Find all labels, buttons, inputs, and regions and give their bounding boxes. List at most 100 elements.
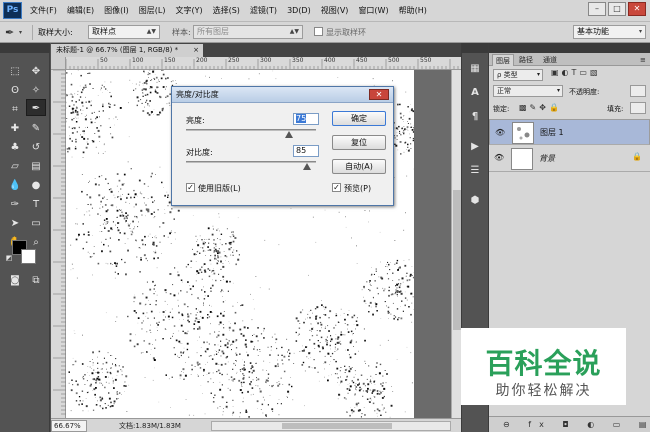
preview-label: 预览(P) — [344, 184, 372, 193]
menu-item[interactable]: 文件(F) — [30, 0, 57, 22]
horizontal-ruler: 50 100 150 200 250 300 350 400 450 500 550 — [66, 57, 461, 70]
tab-paths[interactable]: 路径 — [516, 54, 536, 66]
contrast-slider-track[interactable] — [186, 161, 316, 163]
document-tab[interactable]: 未标题-1 @ 66.7% (图层 1, RGB/8) * × — [51, 44, 203, 57]
chevron-down-icon: ▾ — [556, 87, 560, 94]
horizontal-scroll-thumb[interactable] — [282, 423, 392, 429]
workspace-select[interactable]: 基本功能 ▾ — [573, 25, 646, 39]
menu-item[interactable]: 文字(Y) — [175, 0, 202, 22]
rectangle-tool-icon[interactable]: ▭ — [26, 215, 46, 232]
layer-row-layer1[interactable]: 👁 图层 1 — [489, 119, 650, 145]
lock-icons[interactable]: ▩✎✥🔒 — [519, 103, 562, 112]
use-legacy-checkbox[interactable]: ✓ 使用旧版(L) — [186, 183, 241, 194]
layer-name: 图层 1 — [540, 128, 564, 137]
menu-item[interactable]: 图层(L) — [139, 0, 166, 22]
paragraph-panel-icon[interactable]: ¶ — [466, 109, 484, 125]
ok-button[interactable]: 确定 — [332, 111, 386, 126]
move-tool-icon[interactable]: ✥ — [26, 63, 46, 80]
ruler-corner — [51, 57, 66, 70]
layer-filter-icons[interactable]: ▣◐T▭▧ — [551, 68, 601, 77]
maximize-button[interactable]: □ — [608, 2, 626, 16]
sample-size-select[interactable]: 取样点 ▲▼ — [88, 25, 160, 39]
photoshop-logo: Ps — [3, 2, 22, 19]
ruler-tick-label: 200 — [196, 57, 208, 64]
menu-item[interactable]: 视图(V) — [321, 0, 349, 22]
eyedropper-icon[interactable]: ✒ — [5, 22, 14, 43]
eye-icon[interactable]: 👁 — [495, 127, 505, 139]
healing-brush-tool-icon[interactable]: ✚ — [5, 120, 25, 137]
default-colors-icon[interactable]: ◩ — [4, 253, 14, 263]
blur-tool-icon[interactable]: 💧 — [5, 177, 25, 194]
screen-mode-icon[interactable]: ⧉ — [26, 272, 46, 289]
menu-item[interactable]: 图像(I) — [104, 0, 129, 22]
vertical-scroll-thumb[interactable] — [453, 190, 461, 330]
dialog-close-button[interactable]: ✕ — [369, 89, 389, 100]
history-brush-tool-icon[interactable]: ↺ — [26, 139, 46, 156]
contrast-input[interactable]: 85 — [293, 145, 319, 157]
clone-stamp-tool-icon[interactable]: ♣ — [5, 139, 25, 156]
close-window-button[interactable]: ✕ — [628, 2, 646, 16]
reset-button[interactable]: 复位 — [332, 135, 386, 150]
opacity-field[interactable] — [630, 85, 646, 97]
checkbox-box — [314, 27, 323, 36]
zoom-field[interactable]: 66.67% — [51, 420, 87, 432]
layer-filter-select[interactable]: ρ 类型 ▾ — [493, 69, 543, 81]
type-tool-icon[interactable]: T — [26, 196, 46, 213]
eye-icon[interactable]: 👁 — [494, 153, 504, 162]
brightness-input[interactable]: 75 — [293, 113, 319, 125]
dialog-title-bar[interactable]: 亮度/对比度 ✕ — [172, 87, 393, 103]
vertical-scrollbar[interactable] — [451, 70, 461, 418]
document-size[interactable]: 文档:1.83M/1.83M — [119, 419, 181, 432]
close-icon[interactable]: × — [193, 44, 199, 57]
watermark: 百科全说 助你轻松解决 — [461, 328, 626, 405]
brightness-slider-thumb[interactable] — [284, 131, 293, 138]
brightness-value: 75 — [296, 114, 307, 123]
menu-item[interactable]: 编辑(E) — [67, 0, 94, 22]
contrast-slider-thumb[interactable] — [302, 163, 311, 170]
gradient-tool-icon[interactable]: ▤ — [26, 158, 46, 175]
preview-checkbox[interactable]: ✓ 预览(P) — [332, 183, 371, 194]
blend-mode-select[interactable]: 正常 ▾ — [493, 85, 563, 97]
layer-row-background[interactable]: 👁 背景 🔒 — [489, 146, 650, 172]
auto-button[interactable]: 自动(A) — [332, 159, 386, 174]
ruler-tick-label: 50 — [100, 57, 108, 64]
lock-icon: 🔒 — [632, 152, 642, 161]
marquee-tool-icon[interactable]: ⬚ — [5, 63, 25, 80]
magic-wand-tool-icon[interactable]: ✧ — [26, 82, 46, 99]
3d-panel-icon[interactable]: ⬢ — [466, 193, 484, 209]
fill-field[interactable] — [630, 102, 646, 114]
minimize-button[interactable]: – — [588, 2, 606, 16]
dock-header — [462, 43, 488, 53]
show-ring-checkbox[interactable]: 显示取样环 — [314, 22, 366, 43]
ruler-tick-label: 400 — [324, 57, 336, 64]
eraser-tool-icon[interactable]: ▱ — [5, 158, 25, 175]
layers-panel-tabs: 图层 路径 通道 ≡ — [489, 53, 650, 66]
horizontal-scrollbar[interactable] — [211, 421, 451, 431]
path-selection-tool-icon[interactable]: ➤ — [5, 215, 25, 232]
layer-thumbnail — [512, 122, 534, 144]
pen-tool-icon[interactable]: ✑ — [5, 196, 25, 213]
character-panel-icon[interactable]: A — [466, 85, 484, 101]
background-color-swatch[interactable] — [21, 249, 36, 264]
layers-panel-footer-icons[interactable]: ⊖ fx ◘ ◐ ▭ ▤ 🗑 — [489, 416, 650, 432]
lasso-tool-icon[interactable]: ʘ — [5, 82, 25, 99]
eyedropper-tool-icon[interactable]: ✒ — [26, 99, 46, 116]
panel-menu-icon[interactable]: ≡ — [637, 54, 649, 66]
tab-channels[interactable]: 通道 — [540, 54, 560, 66]
properties-panel-icon[interactable]: ☰ — [466, 163, 484, 179]
tab-layers[interactable]: 图层 — [492, 54, 514, 66]
sample-select[interactable]: 所有图层 ▲▼ — [193, 25, 303, 39]
menu-item[interactable]: 滤镜(T) — [250, 0, 277, 22]
history-panel-icon[interactable]: ▦ — [466, 61, 484, 77]
menu-item[interactable]: 3D(D) — [287, 0, 311, 22]
crop-tool-icon[interactable]: ⌗ — [5, 101, 25, 118]
actions-panel-icon[interactable]: ▶ — [466, 139, 484, 155]
dodge-tool-icon[interactable]: ● — [26, 177, 46, 194]
tool-preset-arrow-icon[interactable]: ▾ — [19, 22, 22, 43]
brush-tool-icon[interactable]: ✎ — [26, 120, 46, 137]
menu-item[interactable]: 选择(S) — [213, 0, 240, 22]
quick-mask-icon[interactable]: ◙ — [5, 272, 25, 289]
brightness-slider-track[interactable] — [186, 129, 316, 131]
menu-item[interactable]: 帮助(H) — [399, 0, 427, 22]
menu-item[interactable]: 窗口(W) — [358, 0, 388, 22]
